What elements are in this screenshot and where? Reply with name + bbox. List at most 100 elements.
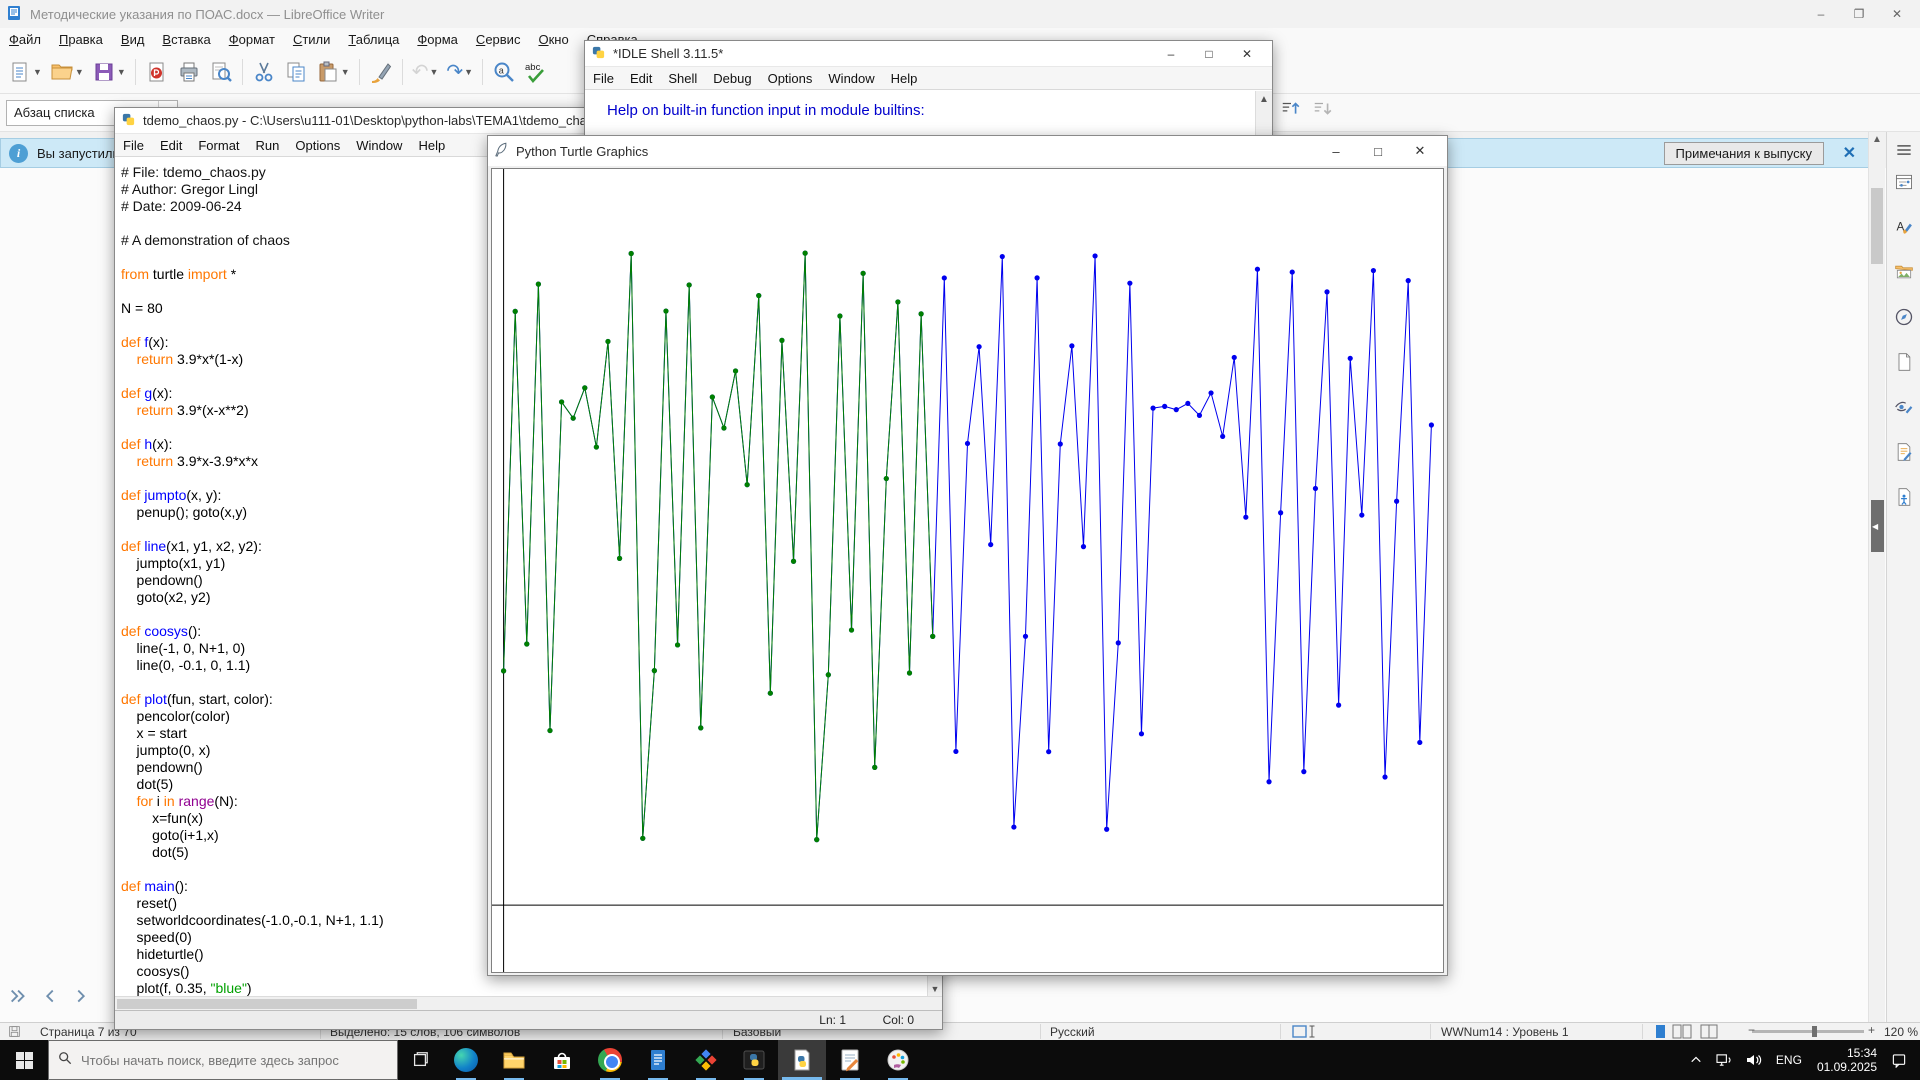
zoom-out-button[interactable]: − [1748, 1023, 1755, 1037]
sidebar-properties-button[interactable] [1892, 170, 1916, 194]
sort-desc-button[interactable] [1312, 98, 1334, 125]
writer-close-button[interactable]: ✕ [1878, 1, 1916, 27]
turtle-titlebar[interactable]: Python Turtle Graphics – □ ✕ [488, 136, 1447, 166]
turtle-minimize-button[interactable]: – [1315, 136, 1357, 166]
menu-item-сервис[interactable]: Сервис [467, 31, 530, 48]
page-prev-button[interactable] [39, 986, 61, 1013]
menu-item-help[interactable]: Help [410, 136, 453, 155]
sidebar-inspector-button[interactable] [1892, 395, 1916, 419]
spell-button[interactable]: abc [520, 55, 552, 89]
menu-item-таблица[interactable]: Таблица [339, 31, 408, 48]
scroll-up-icon[interactable]: ▲ [1869, 134, 1885, 145]
idle-minimize-button[interactable]: – [1152, 41, 1190, 67]
paste-button[interactable]: ▼ [312, 55, 354, 89]
scrollbar-thumb[interactable] [117, 999, 417, 1009]
sidebar-menu-button[interactable] [1892, 138, 1916, 162]
menu-item-вставка[interactable]: Вставка [153, 31, 219, 48]
menu-item-debug[interactable]: Debug [705, 69, 759, 88]
taskbar-search-box[interactable] [48, 1040, 398, 1080]
menu-item-edit[interactable]: Edit [622, 69, 660, 88]
turtle-close-button[interactable]: ✕ [1399, 136, 1441, 166]
page-next-double-button[interactable] [8, 986, 30, 1013]
menu-item-стили[interactable]: Стили [284, 31, 339, 48]
scroll-down-icon[interactable]: ▼ [928, 984, 942, 994]
search-input[interactable] [81, 1052, 381, 1068]
menu-item-окно[interactable]: Окно [529, 31, 577, 48]
taskbar-app-python-idle[interactable] [778, 1040, 826, 1080]
taskbar-app-explorer[interactable] [490, 1040, 538, 1080]
menu-item-run[interactable]: Run [248, 136, 288, 155]
tray-clock[interactable]: 15:34 01.09.2025 [1813, 1046, 1881, 1074]
taskbar-app-edge[interactable] [442, 1040, 490, 1080]
menu-item-вид[interactable]: Вид [112, 31, 154, 48]
taskbar-app-diamond-app[interactable] [682, 1040, 730, 1080]
sort-asc-button[interactable] [1280, 98, 1302, 125]
status-zoom-percent[interactable]: 120 % [1884, 1025, 1918, 1039]
menu-item-help[interactable]: Help [883, 69, 926, 88]
sidebar-gallery-button[interactable] [1892, 260, 1916, 284]
menu-item-options[interactable]: Options [287, 136, 348, 155]
scroll-up-icon[interactable]: ▲ [1256, 91, 1272, 105]
sidebar-accessibility-button[interactable] [1892, 485, 1916, 509]
undo-button[interactable]: ↶ ▼ [408, 55, 443, 89]
idle-maximize-button[interactable]: □ [1190, 41, 1228, 67]
pdf-button[interactable] [141, 55, 173, 89]
menu-item-window[interactable]: Window [348, 136, 410, 155]
zoom-slider-thumb[interactable] [1812, 1026, 1817, 1037]
taskbar-app-chrome[interactable] [586, 1040, 634, 1080]
tray-language-indicator[interactable]: ENG [1772, 1053, 1806, 1067]
new-button[interactable]: ▼ [4, 55, 46, 89]
menu-item-format[interactable]: Format [190, 136, 247, 155]
menu-item-file[interactable]: File [585, 69, 622, 88]
menu-item-формат[interactable]: Формат [220, 31, 284, 48]
menu-item-правка[interactable]: Правка [50, 31, 112, 48]
cut-button[interactable] [248, 55, 280, 89]
editor-horizontal-scrollbar[interactable] [115, 996, 942, 1010]
writer-minimize-button[interactable]: – [1802, 1, 1840, 27]
sidebar-styles-button[interactable]: A [1892, 215, 1916, 239]
document-vertical-scrollbar[interactable]: ▲ ◀ [1868, 132, 1885, 1022]
volume-icon[interactable] [1743, 1053, 1765, 1067]
taskbar-app-lo-writer[interactable] [826, 1040, 874, 1080]
menu-item-файл[interactable]: Файл [0, 31, 50, 48]
sidebar-changes-button[interactable] [1892, 440, 1916, 464]
preview-button[interactable] [205, 55, 237, 89]
zoom-in-button[interactable]: + [1868, 1023, 1875, 1037]
taskbar-app-python-console[interactable] [730, 1040, 778, 1080]
taskbar-app-lo-start[interactable] [634, 1040, 682, 1080]
tray-chevron-up-icon[interactable] [1685, 1054, 1707, 1066]
menu-item-window[interactable]: Window [820, 69, 882, 88]
status-list-level[interactable]: WWNum14 : Уровень 1 [1441, 1025, 1569, 1039]
sidebar-page-button[interactable] [1892, 350, 1916, 374]
notification-center-icon[interactable] [1888, 1053, 1910, 1068]
sidebar-navigator-button[interactable] [1892, 305, 1916, 329]
turtle-maximize-button[interactable]: □ [1357, 136, 1399, 166]
menu-item-file[interactable]: File [115, 136, 152, 155]
print-button[interactable] [173, 55, 205, 89]
writer-maximize-button[interactable]: ❐ [1840, 1, 1878, 27]
clone-button[interactable] [365, 55, 397, 89]
taskbar-app-store[interactable] [538, 1040, 586, 1080]
scrollbar-thumb[interactable] [1871, 188, 1883, 264]
page-next-button[interactable] [70, 986, 92, 1013]
menu-item-форма[interactable]: Форма [408, 31, 467, 48]
taskbar-app-paint[interactable] [874, 1040, 922, 1080]
status-language[interactable]: Русский [1050, 1025, 1095, 1039]
save-button[interactable]: ▼ [88, 55, 130, 89]
redo-button[interactable]: ↷ ▼ [442, 55, 477, 89]
infobar-close-icon[interactable]: ✕ [1843, 143, 1856, 163]
task-view-button[interactable] [398, 1040, 442, 1080]
zoom-slider-track[interactable] [1752, 1030, 1864, 1033]
menu-item-shell[interactable]: Shell [660, 69, 705, 88]
writer-titlebar[interactable]: Методические указания по ПОАС.docx — Lib… [0, 0, 1920, 28]
menu-item-options[interactable]: Options [760, 69, 821, 88]
menu-item-edit[interactable]: Edit [152, 136, 190, 155]
network-icon[interactable] [1714, 1053, 1736, 1068]
open-button[interactable]: ▼ [46, 55, 88, 89]
idle-titlebar[interactable]: *IDLE Shell 3.11.5* – □ ✕ [585, 41, 1272, 67]
sidebar-hide-handle[interactable]: ◀ [1871, 500, 1884, 552]
release-notes-button[interactable]: Примечания к выпуску [1663, 141, 1824, 165]
start-button[interactable] [0, 1040, 48, 1080]
copy-button[interactable] [280, 55, 312, 89]
find-button[interactable]: a [488, 55, 520, 89]
